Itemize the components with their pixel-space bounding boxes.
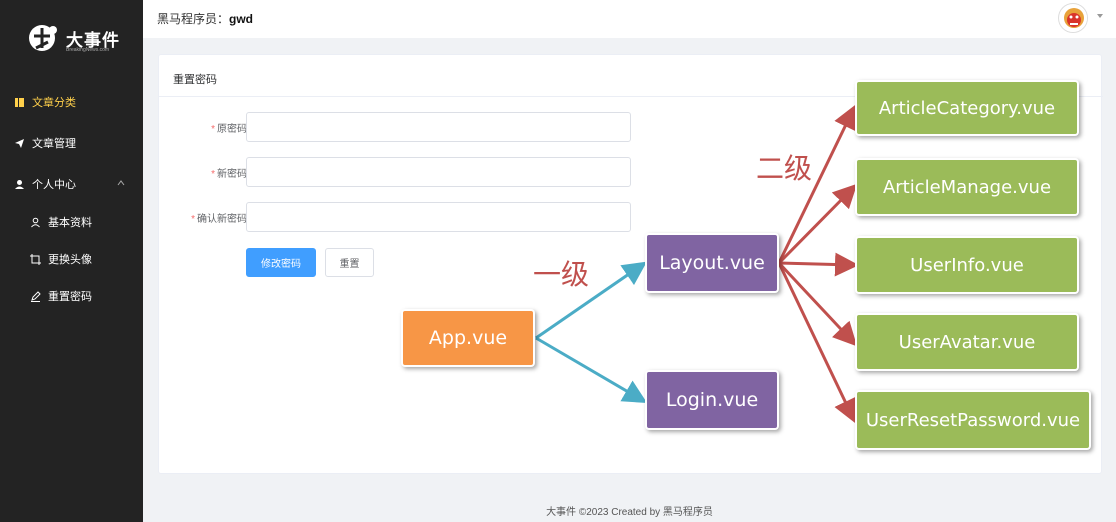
sidebar-item-label: 文章分类 (32, 97, 76, 109)
footer: 大事件 ©2023 Created by 黑马程序员 (546, 507, 713, 518)
book-icon (14, 97, 25, 108)
logo-subtext: BreakingNews.com (66, 47, 110, 53)
sidebar-item-change-avatar[interactable]: 更换头像 (0, 241, 143, 277)
edit-icon (30, 290, 41, 302)
old-password-label: * 原密码 (211, 124, 247, 135)
reset-button[interactable]: 重置 (325, 248, 374, 277)
send-icon (14, 138, 25, 149)
confirm-password-input[interactable] (246, 202, 631, 232)
lion-avatar-icon (1060, 5, 1087, 32)
chevron-up-icon (117, 180, 125, 186)
sidebar-item-personal-center[interactable]: 个人中心 (0, 166, 143, 202)
sidebar-item-label: 基本资料 (48, 217, 92, 229)
user-greeting: 黑马程序员：gwd (157, 10, 253, 27)
sidebar-item-reset-password[interactable]: 重置密码 (0, 278, 143, 314)
sidebar-item-label: 重置密码 (48, 291, 92, 303)
divider (159, 96, 1103, 97)
sidebar-item-article-manage[interactable]: 文章管理 (0, 125, 143, 161)
card-title: 重置密码 (173, 74, 217, 86)
sidebar-item-article-category[interactable]: 文章分类 (0, 84, 143, 120)
crop-icon (30, 253, 41, 265)
sidebar-item-label: 更换头像 (48, 254, 92, 266)
username: gwd (229, 12, 254, 26)
new-password-label: * 新密码 (211, 169, 247, 180)
sidebar-item-label: 文章管理 (32, 138, 76, 150)
sidebar: 大事件 BreakingNews.com 文章分类 文章管理 个人中心 基本资料… (0, 0, 143, 522)
logo-mark-icon (29, 25, 57, 51)
confirm-password-label: * 确认新密码 (191, 214, 247, 225)
sidebar-item-basic-info[interactable]: 基本资料 (0, 204, 143, 240)
submit-password-button[interactable]: 修改密码 (246, 248, 316, 277)
form-row-new-password: * 新密码 (159, 157, 639, 187)
form-row-old-password: * 原密码 (159, 112, 639, 142)
caret-down-icon[interactable] (1096, 13, 1104, 19)
sidebar-item-label: 个人中心 (32, 179, 76, 191)
user-outline-icon (30, 217, 41, 228)
greeting-prefix: 黑马程序员： (157, 12, 230, 26)
reset-password-card: 重置密码 * 原密码 * 新密码 * 确认新密码 修改密码 重置 (158, 54, 1103, 474)
user-icon (14, 179, 25, 190)
old-password-input[interactable] (246, 112, 631, 142)
form-row-confirm-password: * 确认新密码 (159, 202, 639, 232)
top-header: 黑马程序员：gwd (143, 0, 1116, 38)
avatar[interactable] (1058, 3, 1088, 33)
new-password-input[interactable] (246, 157, 631, 187)
logo: 大事件 BreakingNews.com (26, 18, 126, 62)
